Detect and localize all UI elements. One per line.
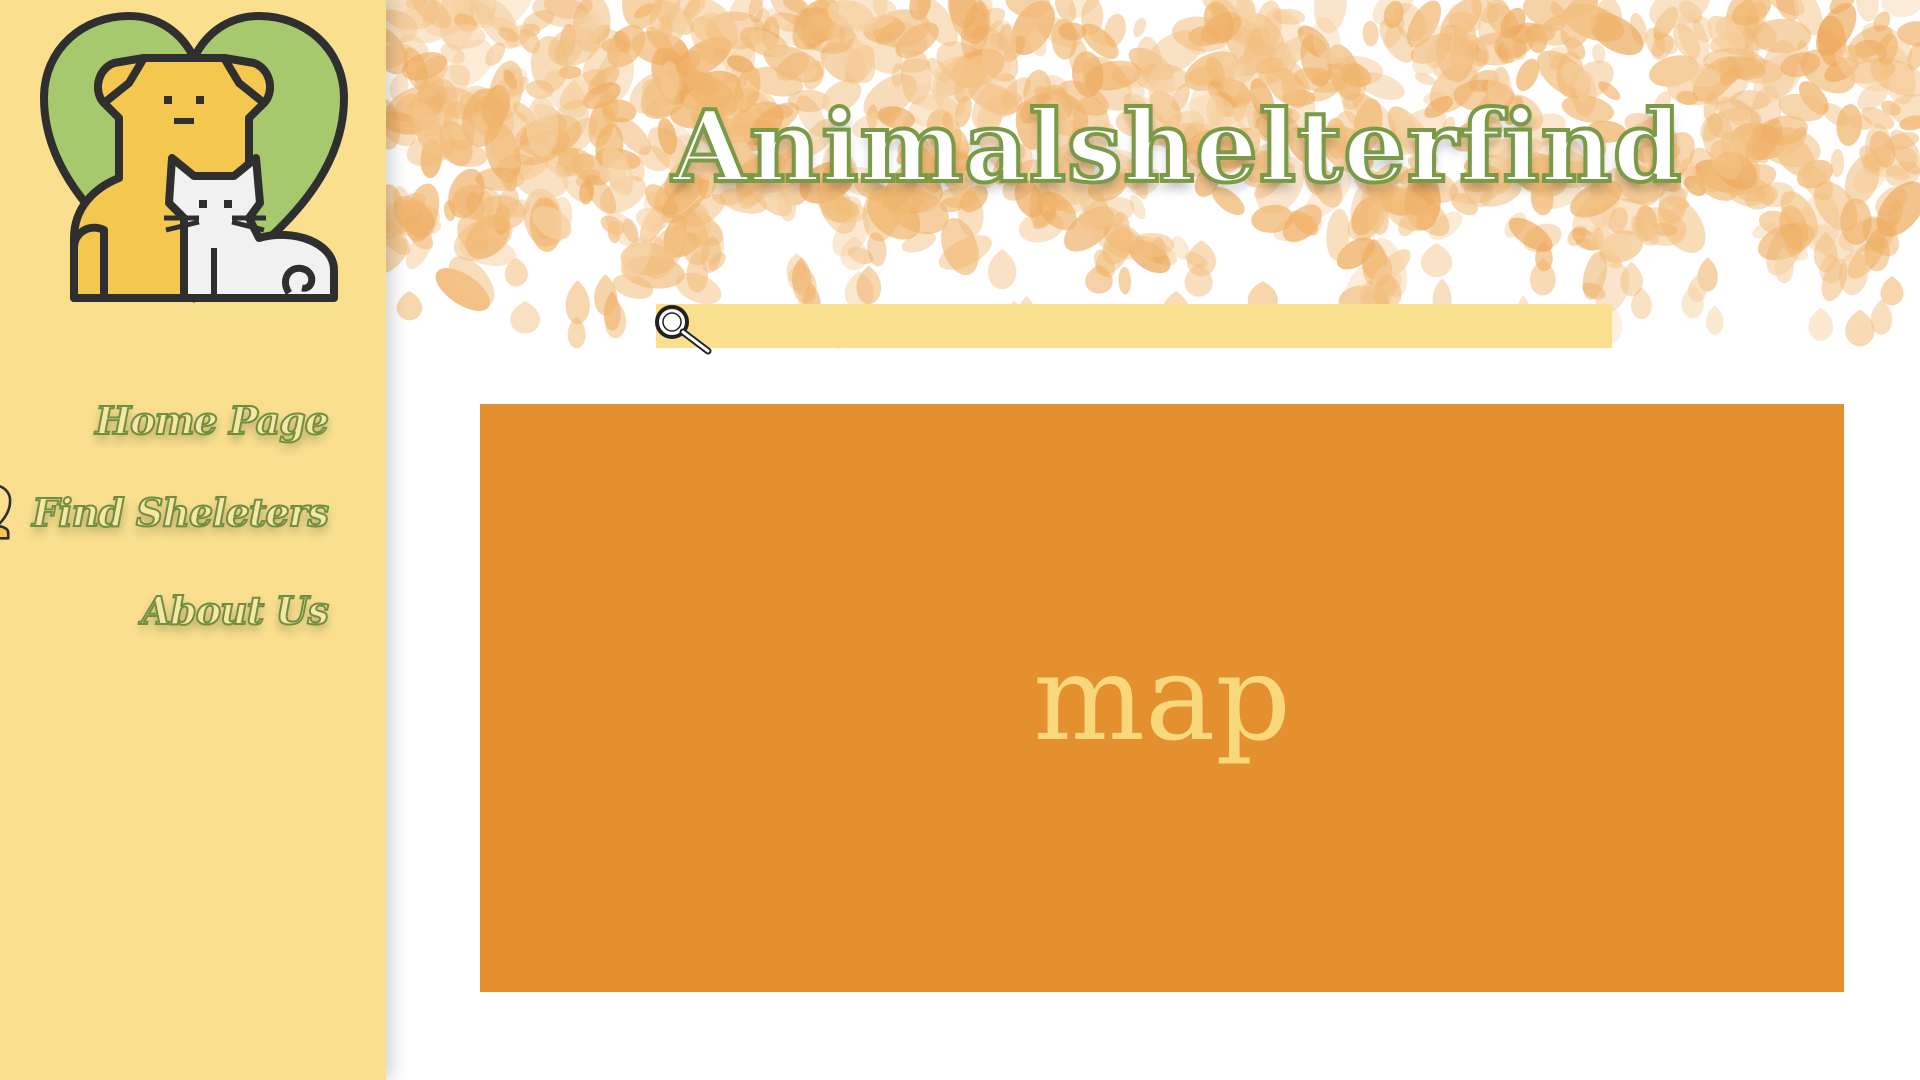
header: Animalshelterfind <box>386 0 1920 380</box>
search-bar[interactable] <box>655 304 1612 355</box>
dog-cat-heart-icon <box>0 484 12 540</box>
sidebar-item-home-page[interactable]: Home Page <box>94 390 330 450</box>
page: Animalshelterfind Home Page Find Shelete… <box>0 0 1920 1080</box>
magnifier-icon[interactable] <box>650 300 716 356</box>
sidebar-item-label: About Us <box>141 587 330 634</box>
map-area[interactable]: map <box>480 404 1844 992</box>
sidebar: Home Page Find Sheleters About Us <box>0 0 386 1080</box>
map-placeholder-label: map <box>1033 629 1291 767</box>
sidebar-item-find-shelters[interactable]: Find Sheleters <box>0 482 330 542</box>
search-input[interactable] <box>718 304 1602 350</box>
sidebar-item-about-us[interactable]: About Us <box>141 580 330 640</box>
dog-cat-heart-logo[interactable] <box>34 8 354 308</box>
sidebar-item-label: Home Page <box>94 397 330 444</box>
site-title: Animalshelterfind <box>670 88 1683 207</box>
sidebar-item-label: Find Sheleters <box>31 489 330 536</box>
